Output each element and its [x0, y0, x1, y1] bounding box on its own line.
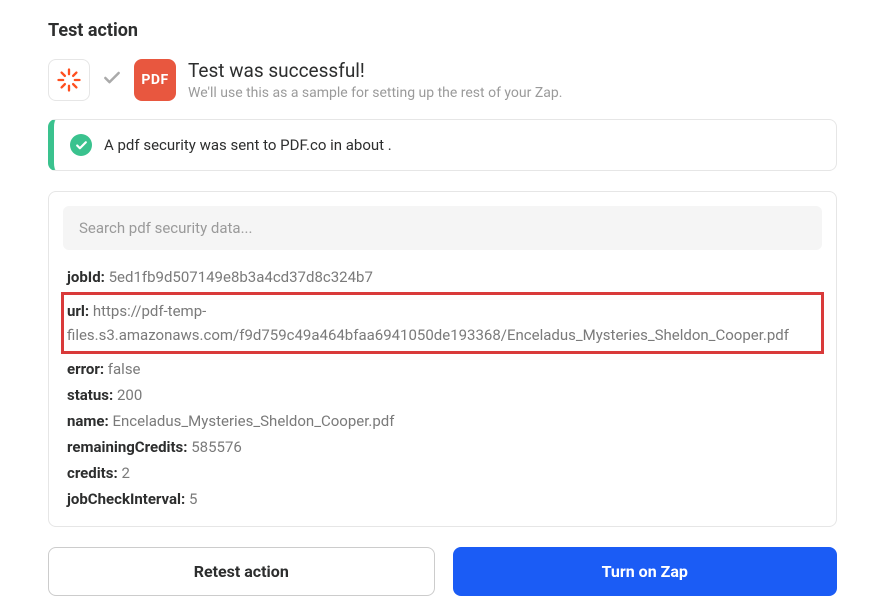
- data-key: jobCheckInterval:: [67, 490, 185, 508]
- test-success-title: Test was successful!: [188, 59, 562, 82]
- checkmark-icon: [102, 68, 122, 92]
- result-data-list: jobId: 5ed1fb9d507149e8b3a4cd37d8c324b7 …: [63, 264, 822, 512]
- data-value: 200: [117, 386, 142, 404]
- data-key: url:: [67, 302, 89, 320]
- result-row-error: error: false: [67, 356, 818, 382]
- test-success-subtitle: We'll use this as a sample for setting u…: [188, 85, 562, 101]
- search-input[interactable]: [63, 206, 822, 250]
- data-key: status:: [67, 386, 113, 404]
- pdf-icon: PDF: [134, 59, 176, 101]
- test-header: PDF Test was successful! We'll use this …: [48, 59, 837, 101]
- section-title: Test action: [48, 20, 837, 41]
- result-row-name: name: Enceladus_Mysteries_Sheldon_Cooper…: [67, 408, 818, 434]
- result-row-remainingcredits: remainingCredits: 585576: [67, 434, 818, 460]
- data-key: name:: [67, 412, 109, 430]
- data-key: remainingCredits:: [67, 438, 188, 456]
- data-value: 5ed1fb9d507149e8b3a4cd37d8c324b7: [109, 268, 373, 286]
- result-panel: jobId: 5ed1fb9d507149e8b3a4cd37d8c324b7 …: [48, 191, 837, 527]
- success-banner: A pdf security was sent to PDF.co in abo…: [48, 119, 837, 171]
- zapier-icon: [48, 59, 90, 101]
- data-value: https://pdf-temp-files.s3.amazonaws.com/…: [67, 302, 789, 344]
- button-row: Retest action Turn on Zap: [48, 547, 837, 596]
- data-key: jobId:: [67, 268, 105, 286]
- result-row-credits: credits: 2: [67, 460, 818, 486]
- data-value: Enceladus_Mysteries_Sheldon_Cooper.pdf: [113, 412, 395, 430]
- result-row-jobid: jobId: 5ed1fb9d507149e8b3a4cd37d8c324b7: [67, 264, 818, 290]
- retest-button[interactable]: Retest action: [48, 547, 435, 596]
- data-key: credits:: [67, 464, 118, 482]
- data-value: 585576: [191, 438, 242, 456]
- data-value: 2: [121, 464, 129, 482]
- data-key: error:: [67, 360, 104, 378]
- data-value: false: [108, 360, 141, 378]
- success-check-icon: [70, 134, 92, 156]
- result-row-url: url: https://pdf-temp-files.s3.amazonaws…: [61, 292, 824, 354]
- result-row-status: status: 200: [67, 382, 818, 408]
- turn-on-zap-button[interactable]: Turn on Zap: [453, 547, 838, 596]
- result-row-jobcheckinterval: jobCheckInterval: 5: [67, 486, 818, 512]
- success-message: A pdf security was sent to PDF.co in abo…: [104, 136, 392, 154]
- data-value: 5: [189, 490, 197, 508]
